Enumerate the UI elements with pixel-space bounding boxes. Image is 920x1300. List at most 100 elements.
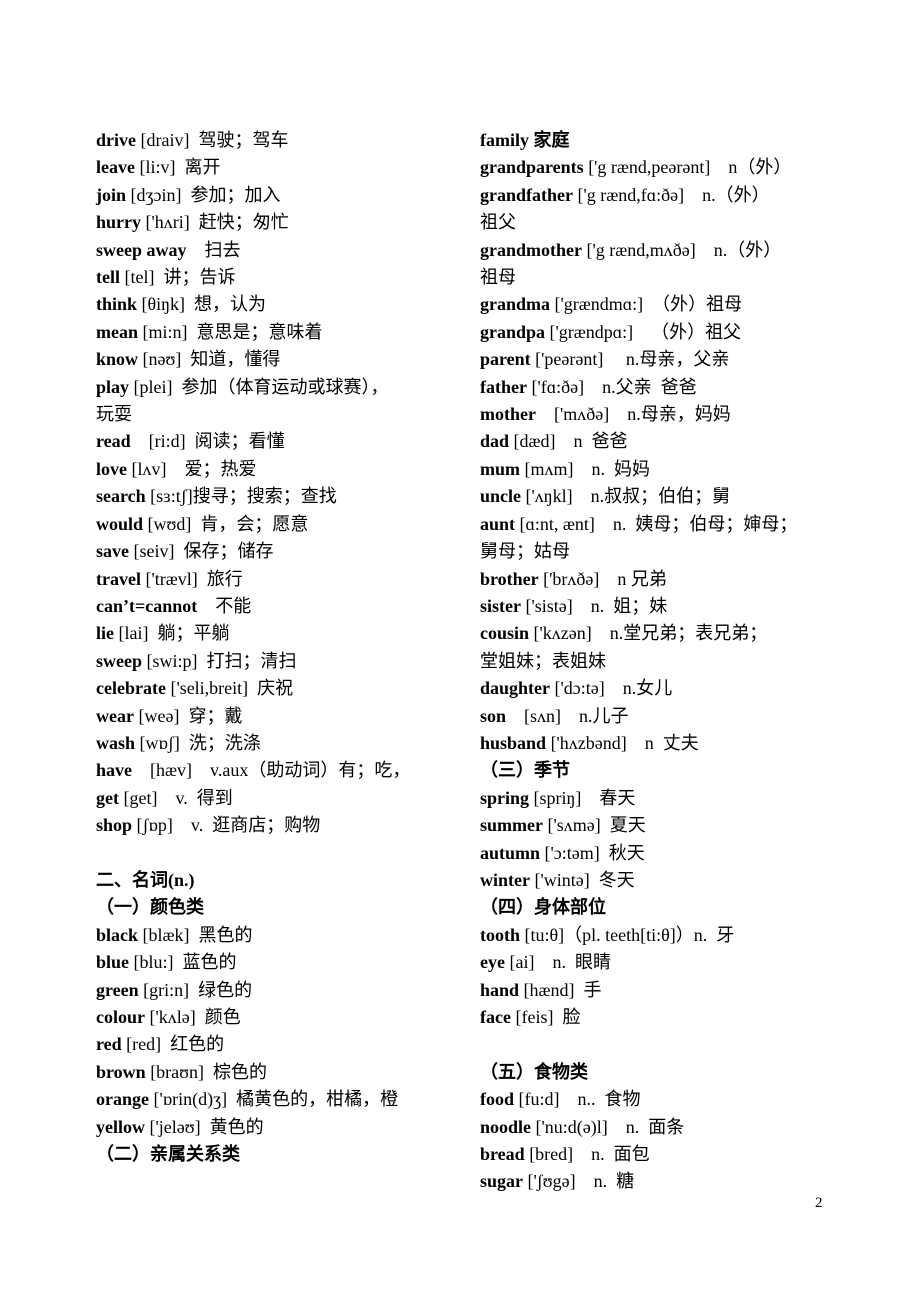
left-column: drive [draiv] 驾驶；驾车 leave [li:v] 离开 join [… [96,127,461,1168]
vocab-entry: brown [braʊn] 棕色的 [96,1059,461,1086]
vocab-entry: mean [mi:n] 意思是；意味着 [96,319,461,346]
vocab-entry: father ['fɑ:ðə] n.父亲 爸爸 [480,374,850,401]
vocab-entry: play [plei] 参加（体育运动或球赛）， [96,374,461,401]
vocab-word: autumn [480,842,541,863]
vocab-definition: ['ɒrin(d)ʒ] 橘黄色的，柑橘，橙 [149,1089,399,1110]
vocab-entry: spring [spriŋ] 春天 [480,785,850,812]
section-heading: （三）季节 [480,760,570,781]
vocab-definition: [ri:d] 阅读；看懂 [130,431,285,452]
vocab-definition: [mi:n] 意思是；意味着 [138,321,323,342]
vocab-entry: black [blæk] 黑色的 [96,922,461,949]
vocab-definition: [ɑ:nt, ænt] n. 姨母；伯母；婶母； [515,513,798,534]
definition-continuation: 舅母；姑母 [480,541,570,562]
vocab-word: brown [96,1061,146,1082]
vocab-word: yellow [96,1116,145,1137]
vocab-entry: son [sʌn] n.儿子 [480,703,850,730]
section-heading: （二）亲属关系类 [96,1144,240,1165]
vocab-word: would [96,513,144,534]
vocab-entry: can’t=cannot 不能 [96,593,461,620]
vocab-entry: mother ['mʌðə] n.母亲，妈妈 [480,401,850,428]
vocab-word: love [96,458,127,479]
vocab-entry: summer ['sʌmə] 夏天 [480,812,850,839]
vocab-definition: [seiv] 保存；储存 [129,541,274,562]
vocab-definition: [plei] 参加（体育运动或球赛）， [129,376,389,397]
definition-continuation: 堂姐妹；表姐妹 [480,650,606,671]
vocab-word: tooth [480,924,520,945]
vocab-definition: ['fɑ:ðə] n.父亲 爸爸 [526,376,697,397]
vocab-definition: [hæv] v.aux（助动词）有；吃， [132,760,411,781]
vocab-definition: ['g rænd,fɑ:ðə] n.（外） [573,184,770,205]
vocab-word: tell [96,267,120,288]
vocab-definition: [feis] 脸 [510,1007,581,1027]
vocab-word: think [96,294,138,315]
vocab-word: sweep [96,650,142,671]
vocab-definition: [bred] n. 面包 [524,1144,650,1165]
vocab-definition: ['mʌðə] n.母亲，妈妈 [535,404,731,425]
vocab-entry: colour ['kʌlə] 颜色 [96,1004,461,1031]
vocab-entry: leave [li:v] 离开 [96,154,461,181]
vocab-word: noodle [480,1116,532,1137]
vocab-word: husband [480,732,547,753]
vocab-word: search [96,486,146,507]
vocab-word: grandfather [480,184,573,205]
vocab-definition: ['hʌri] 赶快；匆忙 [141,212,289,233]
vocab-definition: ['ɔ:təm] 秋天 [540,842,645,863]
vocab-entry: daughter ['dɔ:tə] n.女儿 [480,675,850,702]
vocab-entry: know [nəʊ] 知道，懂得 [96,346,461,373]
vocab-definition: [dæd] n 爸爸 [509,431,628,452]
vocab-definition: [draiv] 驾驶；驾车 [136,130,289,150]
vocab-definition: ['kʌzən] n.堂兄弟；表兄弟； [529,623,768,644]
vocab-word: save [96,541,129,562]
vocab-entry: read [ri:d] 阅读；看懂 [96,428,461,455]
vocab-word: lie [96,623,114,644]
vocab-entry: tell [tel] 讲；告诉 [96,264,461,291]
vocab-entry: wash [wɒʃ] 洗；洗涤 [96,730,461,757]
vocab-word: eye [480,952,505,973]
vocab-word: dad [480,431,510,452]
vocab-definition: [blu:] 蓝色的 [129,952,237,973]
vocab-word: face [480,1007,511,1027]
vocab-definition: [braʊn] 棕色的 [145,1061,268,1082]
vocab-word: red [96,1034,122,1055]
vocab-definition: ['peərənt] n.母亲，父亲 [530,349,730,370]
page-number: 2 [815,1195,823,1211]
vocab-definition: [dʒɔin] 参加；加入 [126,184,281,205]
vocab-word: grandma [480,294,551,315]
vocab-definition: [hænd] 手 [519,979,602,1000]
vocab-entry: love [lʌv] 爱；热爱 [96,456,461,483]
vocab-word: celebrate [96,678,166,699]
vocab-entry: food [fu:d] n.. 食物 [480,1086,850,1113]
vocab-entry: sweep away 扫去 [96,237,461,264]
vocab-entry: travel ['trævl] 旅行 [96,566,461,593]
vocab-definition: [swi:p] 打扫；清扫 [142,650,297,671]
vocab-definition: 扫去 [186,239,241,260]
vocab-entry: sister ['sistə] n. 姐；妹 [480,593,850,620]
vocab-word: green [96,979,139,1000]
vocab-entry: yellow ['jeləʊ] 黄色的 [96,1114,461,1141]
vocab-definition: [li:v] 离开 [134,157,221,178]
vocab-word: read [96,431,131,452]
vocab-entry: noodle ['nu:d(ə)l] n. 面条 [480,1114,850,1141]
vocab-entry: aunt [ɑ:nt, ænt] n. 姨母；伯母；婶母； [480,511,850,538]
vocab-entry: would [wʊd] 肯，会；愿意 [96,511,461,538]
vocab-definition: [mʌm] n. 妈妈 [520,458,651,479]
vocab-entry: grandmother ['g rænd,mʌðə] n.（外） [480,237,850,264]
vocab-definition: [ʃɒp] v. 逛商店；购物 [132,815,321,836]
vocab-entry: face [feis] 脸 [480,1004,850,1031]
vocab-word: aunt [480,513,516,534]
vocab-word: cousin [480,623,530,644]
vocab-entry: grandparents ['g rænd,peərənt] n（外） [480,154,850,181]
vocab-entry: grandpa ['grændpɑ:] （外）祖父 [480,319,850,346]
vocab-definition: ['ʃʊgə] n. 糖 [523,1171,635,1192]
vocab-entry: save [seiv] 保存；储存 [96,538,461,565]
vocab-word: hurry [96,212,141,233]
vocab-word: can’t=cannot [96,595,198,616]
vocab-definition: ['seli,breit] 庆祝 [165,678,294,699]
vocab-entry: husband ['hʌzbənd] n 丈夫 [480,730,850,757]
vocab-definition: [θiŋk] 想，认为 [137,294,267,315]
vocab-definition: [lʌv] 爱；热爱 [127,458,257,479]
vocab-definition: ['jeləʊ] 黄色的 [145,1116,264,1137]
vocab-definition: ['grændmɑ:] （外）祖母 [550,294,743,315]
vocab-entry: lie [lai] 躺；平躺 [96,620,461,647]
